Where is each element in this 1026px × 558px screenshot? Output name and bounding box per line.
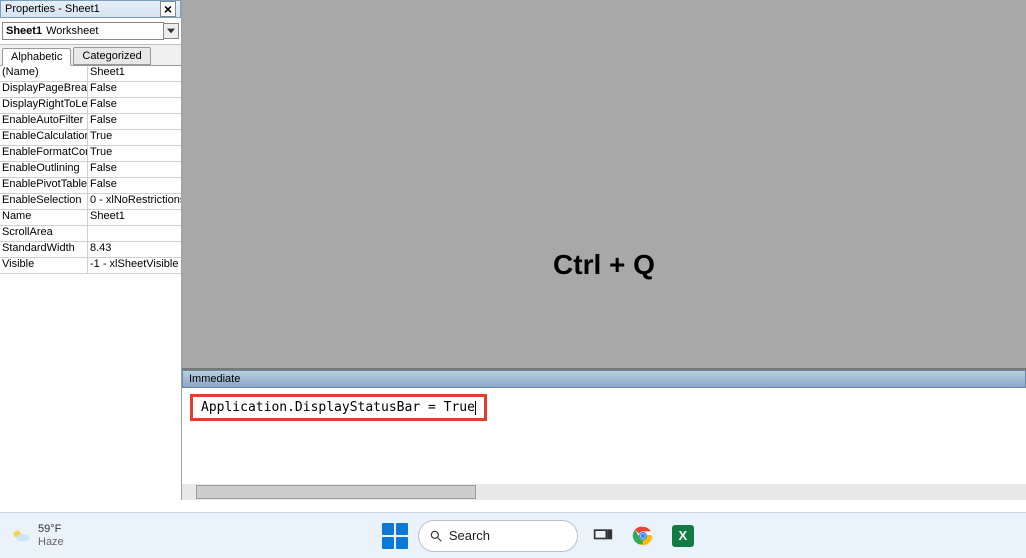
object-name: Sheet1 [6, 25, 42, 37]
property-value[interactable]: Sheet1 [88, 66, 181, 81]
shortcut-overlay: Ctrl + Q [553, 249, 655, 281]
object-selector[interactable]: Sheet1 Worksheet [2, 22, 164, 40]
task-view-button[interactable] [588, 521, 618, 551]
property-row[interactable]: EnableCalculationTrue [0, 130, 181, 146]
property-value[interactable]: False [88, 98, 181, 113]
property-row[interactable]: EnableAutoFilterFalse [0, 114, 181, 130]
property-value[interactable]: False [88, 82, 181, 97]
weather-icon [10, 525, 32, 547]
property-row[interactable]: StandardWidth8.43 [0, 242, 181, 258]
properties-panel: Properties - Sheet1 × Sheet1 Worksheet A… [0, 0, 182, 500]
property-name: EnableOutlining [0, 162, 88, 177]
property-value[interactable]: False [88, 162, 181, 177]
property-name: Name [0, 210, 88, 225]
properties-grid[interactable]: (Name)Sheet1DisplayPageBreaksFalseDispla… [0, 65, 181, 500]
property-row[interactable]: (Name)Sheet1 [0, 66, 181, 82]
property-value[interactable]: 0 - xlNoRestrictions [88, 194, 181, 209]
text-cursor [475, 401, 476, 415]
object-type: Worksheet [46, 25, 98, 37]
taskbar: 59°F Haze Search [0, 512, 1026, 558]
weather-widget[interactable]: 59°F Haze [10, 523, 64, 547]
excel-button[interactable]: X [668, 521, 698, 551]
property-name: EnableSelection [0, 194, 88, 209]
close-icon[interactable]: × [160, 1, 176, 17]
start-button[interactable] [382, 523, 408, 549]
property-name: StandardWidth [0, 242, 88, 257]
property-row[interactable]: EnablePivotTableFalse [0, 178, 181, 194]
right-pane: Ctrl + Q Immediate Application.DisplaySt… [182, 0, 1026, 500]
property-name: (Name) [0, 66, 88, 81]
immediate-body[interactable]: Application.DisplayStatusBar = True [182, 388, 1026, 484]
search-placeholder: Search [449, 528, 490, 543]
property-value[interactable]: True [88, 130, 181, 145]
code-area[interactable]: Ctrl + Q [182, 0, 1026, 368]
immediate-highlighted-line: Application.DisplayStatusBar = True [190, 394, 487, 421]
property-name: DisplayPageBreaks [0, 82, 88, 97]
search-icon [429, 529, 443, 543]
property-value[interactable]: -1 - xlSheetVisible [88, 258, 181, 273]
property-row[interactable]: EnableOutliningFalse [0, 162, 181, 178]
property-name: EnablePivotTable [0, 178, 88, 193]
tab-categorized[interactable]: Categorized [73, 47, 150, 65]
property-name: DisplayRightToLeft [0, 98, 88, 113]
property-row[interactable]: DisplayPageBreaksFalse [0, 82, 181, 98]
property-row[interactable]: NameSheet1 [0, 210, 181, 226]
property-value[interactable]: 8.43 [88, 242, 181, 257]
property-value[interactable]: False [88, 114, 181, 129]
tab-alphabetic[interactable]: Alphabetic [2, 48, 71, 66]
property-name: EnableFormatConditionsCalculation [0, 146, 88, 161]
chrome-button[interactable] [628, 521, 658, 551]
property-row[interactable]: Visible-1 - xlSheetVisible [0, 258, 181, 274]
weather-temp: 59°F [38, 523, 64, 535]
scrollbar-thumb[interactable] [196, 485, 476, 499]
task-view-icon [593, 526, 613, 546]
horizontal-scrollbar[interactable] [182, 484, 1026, 500]
excel-icon: X [672, 525, 694, 547]
property-value[interactable]: Sheet1 [88, 210, 181, 225]
property-value[interactable]: True [88, 146, 181, 161]
property-value[interactable] [88, 226, 181, 241]
property-name: EnableCalculation [0, 130, 88, 145]
property-row[interactable]: EnableFormatConditionsCalculationTrue [0, 146, 181, 162]
immediate-line-text: Application.DisplayStatusBar = True [201, 400, 475, 415]
properties-title: Properties - Sheet1 [5, 3, 160, 15]
property-name: EnableAutoFilter [0, 114, 88, 129]
property-row[interactable]: DisplayRightToLeftFalse [0, 98, 181, 114]
property-name: ScrollArea [0, 226, 88, 241]
chevron-down-icon[interactable] [164, 23, 179, 39]
immediate-title[interactable]: Immediate [182, 370, 1026, 388]
property-name: Visible [0, 258, 88, 273]
property-value[interactable]: False [88, 178, 181, 193]
properties-tabs: Alphabetic Categorized [0, 45, 181, 65]
chrome-icon [632, 525, 654, 547]
immediate-window: Immediate Application.DisplayStatusBar =… [182, 368, 1026, 500]
weather-desc: Haze [38, 536, 64, 548]
property-row[interactable]: ScrollArea [0, 226, 181, 242]
properties-titlebar[interactable]: Properties - Sheet1 × [0, 0, 181, 18]
taskbar-search[interactable]: Search [418, 520, 578, 552]
property-row[interactable]: EnableSelection0 - xlNoRestrictions [0, 194, 181, 210]
